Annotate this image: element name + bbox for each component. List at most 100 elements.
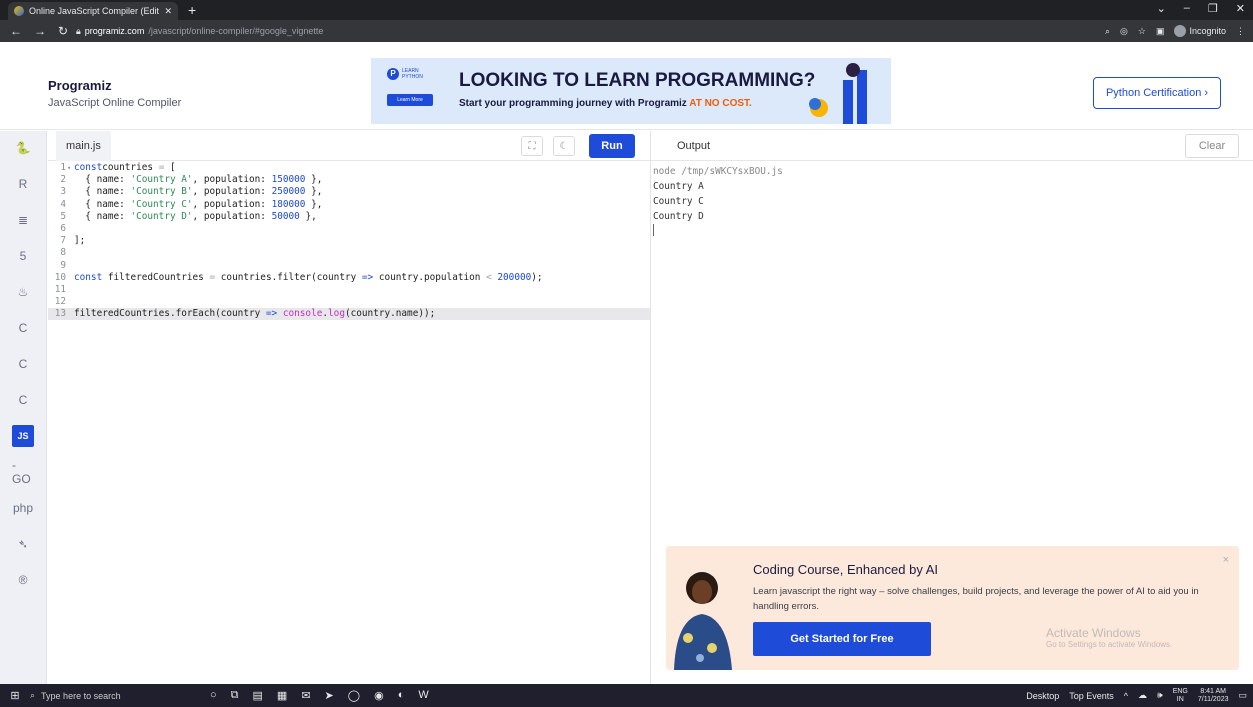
tracking-icon[interactable]: ◎ [1120,26,1128,37]
cortana-icon[interactable]: ○ [210,689,217,702]
forward-icon[interactable]: → [34,24,46,38]
incognito-label: Incognito [1189,26,1226,36]
notification-icon[interactable]: ▭ [1238,690,1247,701]
tray-chevron-icon[interactable]: ^ [1124,691,1128,701]
calendar-icon[interactable]: ▦ [277,689,287,702]
code-line[interactable]: 4 { name: 'Country C', population: 18000… [48,199,650,211]
fullscreen-icon[interactable]: ⛶ [521,136,543,156]
output-console[interactable]: node /tmp/sWKCYsxBOU.js Country A Countr… [653,164,1243,236]
taskbar-clock[interactable]: 8:41 AM 7/11/2023 [1198,688,1229,704]
language-sidebar: 🐍 R ≣ 5 ♨ C C C JS -GO php ➴ ® [0,131,47,684]
telegram-icon[interactable]: ➤ [325,689,334,702]
restore-icon[interactable]: ❐ [1208,2,1218,15]
python-icon[interactable]: 🐍 [12,137,34,159]
code-token: console [282,308,323,320]
bookmark-star-icon[interactable]: ☆ [1138,26,1146,37]
code-line[interactable]: 13 filteredCountries.forEach(country => c… [48,308,650,321]
opera-icon[interactable]: ◯ [348,689,360,702]
new-tab-button[interactable]: + [188,2,196,18]
code-editor[interactable]: 1 ▾ constcountries = [2 { name: 'Country A… [48,162,650,684]
rust-icon[interactable]: ® [12,569,34,591]
output-line: Country D [653,211,704,222]
banner-illustration [809,63,867,124]
code-line[interactable]: 6 [48,223,650,235]
output-cursor [653,224,654,236]
tab-close-icon[interactable]: ✕ [164,6,172,17]
reload-icon[interactable]: ↻ [58,24,68,38]
csharp-icon[interactable]: C [12,389,34,411]
php-icon[interactable]: php [12,497,34,519]
cpp-icon[interactable]: C [12,353,34,375]
url-field[interactable]: 🔒︎ programiz.com/javascript/online-compi… [76,23,1105,39]
pane-divider[interactable] [650,131,651,684]
close-window-icon[interactable]: ✕ [1236,2,1245,15]
word-icon[interactable]: W [418,689,428,702]
code-line[interactable]: 10 const filteredCountries = countries.fi… [48,272,650,284]
sidepanel-icon[interactable]: ▣ [1156,26,1165,37]
code-line[interactable]: 3 { name: 'Country B', population: 25000… [48,186,650,198]
zoom-icon[interactable]: ⌕ [1105,26,1110,37]
task-view-icon[interactable]: ⧉ [231,689,239,702]
close-icon[interactable]: × [1223,554,1229,566]
html-icon[interactable]: 5 [12,245,34,267]
dark-mode-icon[interactable]: ☾ [553,136,575,156]
minimize-icon[interactable]: – [1184,2,1190,15]
code-token: }, [305,198,323,210]
code-line[interactable]: 2 { name: 'Country A', population: 15000… [48,174,650,186]
code-token: , population: [192,186,272,198]
browser-tab[interactable]: Online JavaScript Compiler (Edit ✕ [8,2,178,20]
network-icon[interactable]: ☁ [1138,690,1147,701]
promo-title: Coding Course, Enhanced by AI [753,562,939,577]
get-started-button[interactable]: Get Started for Free [753,622,931,656]
c-lang-icon[interactable]: C [12,317,34,339]
sql-icon[interactable]: ≣ [12,209,34,231]
code-line[interactable]: 8 [48,247,650,259]
banner-learn-more-button[interactable]: Learn More [387,94,433,106]
clock-date: 7/11/2023 [1197,695,1229,703]
code-token: => [361,271,374,283]
code-line[interactable]: 11 [48,284,650,296]
r-lang-icon[interactable]: R [12,173,34,195]
ad-banner[interactable]: P LEARN PYTHON Learn More LOOKING TO LEAR… [371,58,891,124]
volume-icon[interactable]: 🕪︎ [1157,690,1163,701]
go-icon[interactable]: -GO [12,458,34,486]
clear-button[interactable]: Clear [1185,134,1239,158]
edge-icon[interactable]: ◐ [398,689,405,702]
desktop-toolbar[interactable]: Desktop [1026,691,1059,701]
fold-arrow-icon[interactable]: ▾ [67,162,71,174]
activate-title: Activate Windows [1046,626,1141,640]
file-explorer-icon[interactable]: ▤ [253,689,263,702]
mail-icon[interactable]: ✉ [301,689,310,702]
chrome-icon[interactable]: ◉ [374,689,384,702]
language-indicator[interactable]: ENG IN [1173,688,1188,704]
code-token: filteredCountries [102,271,210,283]
banner-sub-highlight: AT NO COST. [689,98,752,109]
line-number: 6 [60,222,66,234]
swift-icon[interactable]: ➴ [12,533,34,555]
python-certification-button[interactable]: Python Certification › [1093,77,1221,109]
activate-sub: Go to Settings to activate Windows. [1046,640,1173,649]
code-token: 'Country A' [130,174,193,186]
top-events-widget[interactable]: Top Events [1069,691,1114,701]
code-token: 180000 [271,198,306,210]
taskbar-search[interactable]: ⌕ Type here to search [30,690,170,701]
code-line[interactable]: 12 [48,296,650,308]
tab-search-icon[interactable]: ⌄ [1157,2,1166,15]
javascript-icon[interactable]: JS [12,425,34,447]
incognito-badge[interactable]: Incognito [1174,25,1226,37]
programiz-logo[interactable]: Programiz [48,78,112,93]
code-line[interactable]: 1 ▾ constcountries = [ [48,162,650,174]
menu-kebab-icon[interactable]: ⋮ [1236,26,1245,37]
output-command: node /tmp/sWKCYsxBOU.js [653,166,783,177]
code-line[interactable]: 9 [48,260,650,272]
java-icon[interactable]: ♨ [12,281,34,303]
line-number: 7 [60,235,66,247]
file-tab-main-js[interactable]: main.js [56,131,111,161]
windows-start-icon[interactable]: ⊞ [0,689,30,702]
code-line[interactable]: 5 { name: 'Country D', population: 50000… [48,211,650,223]
promo-text: Learn javascript the right way – solve c… [753,586,1199,612]
code-line[interactable]: 7]; [48,235,650,247]
page-subtitle: JavaScript Online Compiler [48,97,182,109]
run-button[interactable]: Run [589,134,635,158]
back-icon[interactable]: ← [10,24,22,38]
